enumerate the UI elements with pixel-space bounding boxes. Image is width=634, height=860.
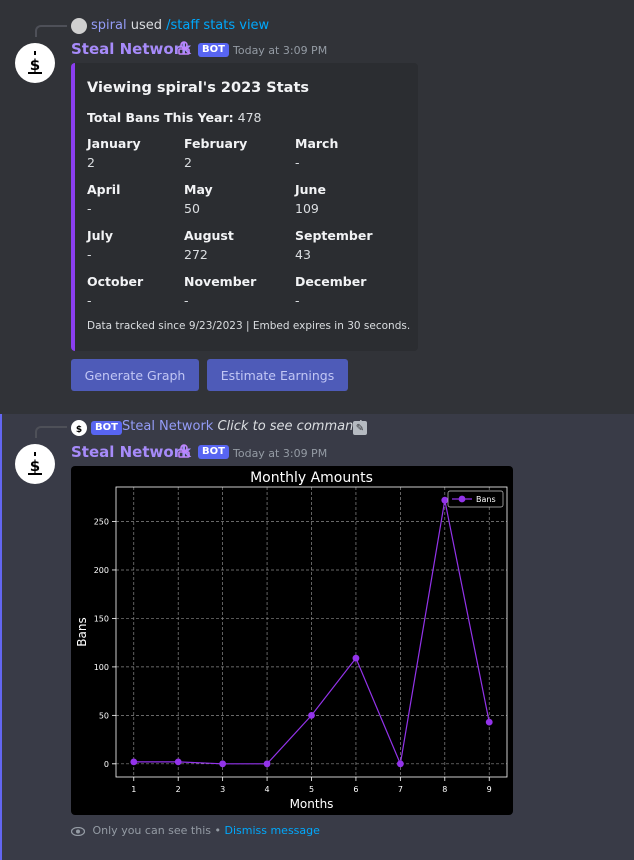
legend-marker	[458, 495, 466, 503]
y-tick-label: 100	[94, 663, 109, 672]
embed-total: Total Bans This Year: 478	[87, 110, 261, 125]
field-october: October -	[87, 274, 144, 308]
bot-avatar[interactable]: $	[15, 43, 55, 83]
ephemeral-text: Only you can see this •	[92, 824, 221, 837]
data-point	[130, 758, 138, 766]
reply-used-text: used	[130, 18, 162, 33]
embed-footer: Data tracked since 9/23/2023 | Embed exp…	[87, 320, 411, 332]
x-axis-label: Months	[290, 797, 334, 811]
reply-bot-tag: BOT	[91, 421, 122, 435]
bot-tag: BOT	[198, 445, 229, 459]
reply-command[interactable]: /staff stats view	[166, 18, 269, 33]
x-tick-label: 7	[398, 785, 403, 794]
monthly-amounts-chart: 1 2 3 4 5 6 7 8 9 0 50 100 150 200 250 Monthly Amounts M…	[75, 470, 508, 811]
author-name[interactable]: Steal Network	[71, 40, 191, 58]
x-tick-label: 6	[353, 785, 358, 794]
data-point	[441, 496, 449, 504]
field-february: February 2	[184, 136, 248, 170]
data-point	[219, 760, 227, 768]
svg-text:$: $	[76, 425, 82, 433]
field-september: September 43	[295, 228, 373, 262]
field-november: November -	[184, 274, 257, 308]
reply-connector	[35, 426, 67, 438]
estimate-earnings-button[interactable]: Estimate Earnings	[207, 359, 348, 391]
field-august: August 272	[184, 228, 234, 262]
field-june: June 109	[295, 182, 326, 216]
timestamp[interactable]: Today at 3:09 PM	[233, 44, 327, 57]
y-tick-label: 250	[94, 518, 109, 527]
reply-avatar[interactable]: $	[71, 420, 87, 436]
y-tick-label: 150	[94, 614, 109, 623]
x-tick-label: 3	[220, 785, 225, 794]
x-tick-label: 2	[176, 785, 181, 794]
timestamp[interactable]: Today at 3:09 PM	[233, 447, 327, 460]
y-tick-label: 0	[104, 760, 109, 769]
chart-title: Monthly Amounts	[250, 470, 373, 486]
dollar-icon: $	[28, 452, 42, 475]
x-tick-label: 1	[131, 785, 136, 794]
dollar-icon: $	[28, 51, 42, 74]
data-point	[352, 654, 360, 662]
command-icon: ✎	[353, 421, 367, 435]
legend-label: Bans	[476, 495, 496, 504]
role-icon	[178, 41, 192, 57]
reply-username[interactable]: spiral	[91, 18, 127, 33]
reply-preview[interactable]: spiral used /staff stats view	[91, 18, 269, 33]
dollar-icon: $	[76, 425, 82, 433]
field-may: May 50	[184, 182, 213, 216]
embed-title: Viewing spiral's 2023 Stats	[87, 80, 310, 96]
data-point	[174, 758, 182, 766]
message-stats: spiral used /staff stats view $ Steal Ne…	[0, 0, 634, 410]
field-january: January 2	[87, 136, 141, 170]
bot-avatar[interactable]: $	[15, 444, 55, 484]
field-december: December -	[295, 274, 367, 308]
data-point	[396, 760, 404, 768]
data-point	[485, 718, 493, 726]
y-tick-label: 200	[94, 566, 109, 575]
x-tick-label: 8	[442, 785, 447, 794]
reply-username[interactable]: Steal Network	[122, 419, 213, 434]
reply-avatar[interactable]	[71, 18, 87, 34]
chart-image[interactable]: 1 2 3 4 5 6 7 8 9 0 50 100 150 200 250 Monthly Amounts M…	[71, 466, 513, 815]
reply-preview[interactable]: Steal Network Click to see command	[122, 419, 362, 434]
message-graph: $ BOT Steal Network Click to see command…	[0, 414, 634, 860]
y-tick-label: 50	[99, 711, 109, 720]
field-april: April -	[87, 182, 121, 216]
dismiss-message-link[interactable]: Dismiss message	[224, 824, 319, 837]
reply-hint[interactable]: Click to see command	[217, 419, 361, 434]
data-point	[263, 760, 271, 768]
x-tick-label: 9	[487, 785, 492, 794]
x-tick-label: 4	[265, 785, 270, 794]
reply-connector	[35, 25, 67, 37]
field-march: March -	[295, 136, 339, 170]
embed-total-label: Total Bans This Year:	[87, 110, 234, 125]
author-name[interactable]: Steal Network	[71, 443, 191, 461]
embed-total-value: 478	[237, 110, 262, 125]
svg-text:$: $	[30, 56, 40, 74]
y-axis-label: Bans	[75, 617, 89, 646]
field-july: July -	[87, 228, 113, 262]
data-point	[308, 711, 315, 719]
eye-icon	[70, 824, 86, 837]
bot-tag: BOT	[198, 43, 229, 57]
stats-embed: Viewing spiral's 2023 Stats Total Bans T…	[71, 63, 418, 351]
role-icon	[178, 444, 192, 460]
x-tick-label: 5	[309, 785, 314, 794]
ephemeral-notice: Only you can see this • Dismiss message	[70, 824, 320, 837]
generate-graph-button[interactable]: Generate Graph	[71, 359, 199, 391]
svg-text:$: $	[30, 457, 40, 475]
